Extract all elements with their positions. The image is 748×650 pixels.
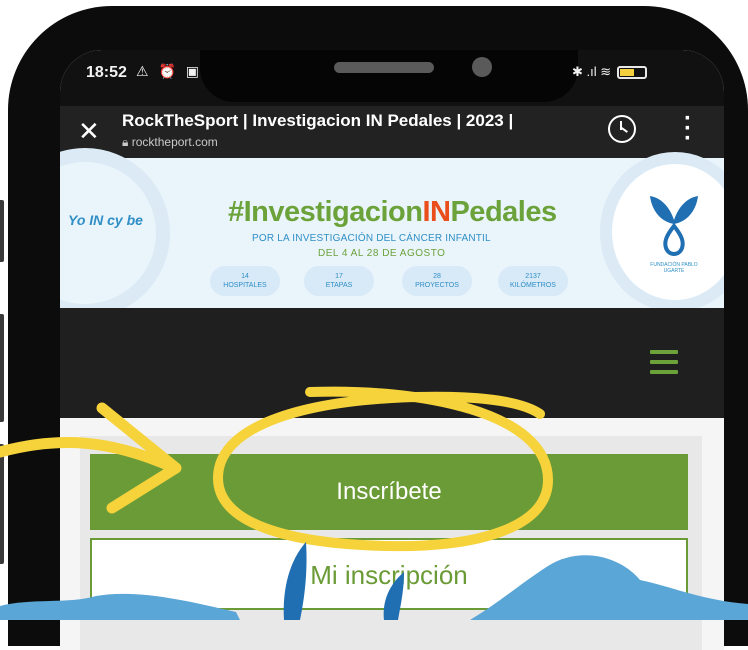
decorative-blue-leaf-icon bbox=[283, 542, 307, 620]
decorative-cloud-right bbox=[470, 555, 748, 620]
annotation-overlay bbox=[0, 386, 748, 620]
decorative-blue-leaf-icon bbox=[383, 572, 404, 620]
highlight-circle-icon bbox=[212, 386, 554, 552]
decorative-cloud-left bbox=[0, 593, 240, 620]
